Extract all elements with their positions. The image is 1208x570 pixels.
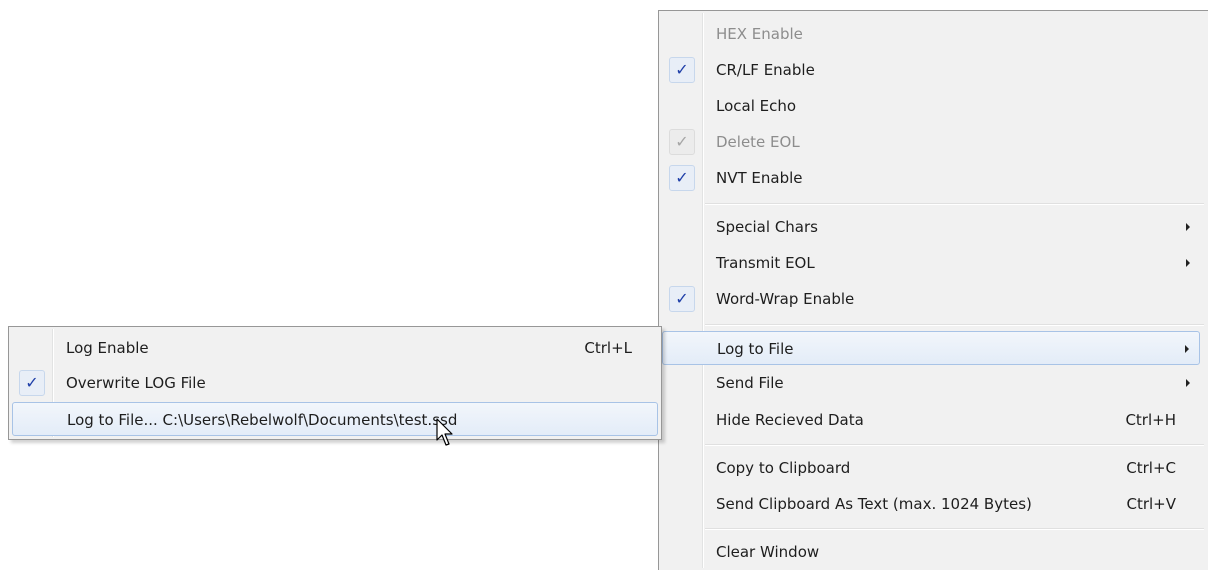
menu-item-clear-window[interactable]: Clear Window [662, 535, 1200, 569]
menu-item-shortcut: Ctrl+H [1125, 411, 1176, 429]
menu-item-shortcut: Ctrl+V [1126, 495, 1176, 513]
submenu-arrow-icon [1186, 379, 1190, 387]
menu-separator [705, 203, 1204, 205]
menu-separator [705, 528, 1204, 530]
menu-item-label: Word-Wrap Enable [716, 290, 855, 308]
menu-item-label: Copy to Clipboard [716, 459, 851, 477]
menu-separator [705, 324, 1204, 326]
menu-item-label: NVT Enable [716, 169, 803, 187]
menu-item-label: HEX Enable [716, 25, 803, 43]
menu-item-shortcut: Ctrl+C [1126, 459, 1176, 477]
menu-item-label: Log to File [717, 340, 794, 358]
menu-item-label: Log Enable [66, 339, 149, 357]
menu-item-send-clipboard[interactable]: Send Clipboard As Text (max. 1024 Bytes)… [662, 487, 1200, 521]
menu-item-send-file[interactable]: Send File [662, 366, 1200, 400]
menu-item-label: Special Chars [716, 218, 818, 236]
menu-item-delete-eol[interactable]: ✓ Delete EOL [662, 125, 1200, 159]
menu-item-label: Send File [716, 374, 784, 392]
submenu-arrow-icon [1186, 259, 1190, 267]
menu-item-label: Overwrite LOG File [66, 374, 206, 392]
submenu-item-log-enable[interactable]: Log Enable Ctrl+L [12, 331, 658, 365]
menu-item-local-echo[interactable]: Local Echo [662, 89, 1200, 123]
menu-item-hex-enable[interactable]: HEX Enable [662, 17, 1200, 51]
checkmark-icon: ✓ [669, 286, 695, 312]
menu-item-nvt-enable[interactable]: ✓ NVT Enable [662, 161, 1200, 195]
checkmark-icon: ✓ [669, 165, 695, 191]
submenu-item-overwrite-log[interactable]: ✓ Overwrite LOG File [12, 366, 658, 400]
menu-item-label: CR/LF Enable [716, 61, 815, 79]
menu-item-shortcut: Ctrl+L [584, 339, 632, 357]
submenu-arrow-icon [1186, 223, 1190, 231]
checkmark-icon: ✓ [669, 57, 695, 83]
menu-item-label: Local Echo [716, 97, 797, 115]
menu-separator [705, 444, 1204, 446]
menu-item-label: Transmit EOL [716, 254, 815, 272]
submenu-arrow-icon [1185, 345, 1189, 353]
menu-item-log-to-file[interactable]: Log to File [662, 331, 1200, 365]
checkmark-icon: ✓ [19, 370, 45, 396]
log-to-file-submenu: Log Enable Ctrl+L ✓ Overwrite LOG File L… [8, 326, 662, 440]
mouse-pointer-icon [436, 418, 453, 446]
menu-item-label: Send Clipboard As Text (max. 1024 Bytes) [716, 495, 1032, 513]
menu-item-label: Delete EOL [716, 133, 800, 151]
menu-item-label: Hide Recieved Data [716, 411, 864, 429]
menu-item-copy-clipboard[interactable]: Copy to Clipboard Ctrl+C [662, 451, 1200, 485]
menu-item-transmit-eol[interactable]: Transmit EOL [662, 246, 1200, 280]
menu-item-word-wrap[interactable]: ✓ Word-Wrap Enable [662, 282, 1200, 316]
checkmark-icon: ✓ [669, 129, 695, 155]
menu-item-label: Log to File... C:\Users\Rebelwolf\Docume… [67, 411, 458, 429]
submenu-item-log-to-file-path[interactable]: Log to File... C:\Users\Rebelwolf\Docume… [12, 402, 658, 436]
context-menu: HEX Enable ✓ CR/LF Enable Local Echo ✓ D… [658, 10, 1208, 570]
menu-item-hide-received[interactable]: Hide Recieved Data Ctrl+H [662, 403, 1200, 437]
menu-item-special-chars[interactable]: Special Chars [662, 210, 1200, 244]
menu-item-crlf-enable[interactable]: ✓ CR/LF Enable [662, 53, 1200, 87]
menu-item-label: Clear Window [716, 543, 820, 561]
